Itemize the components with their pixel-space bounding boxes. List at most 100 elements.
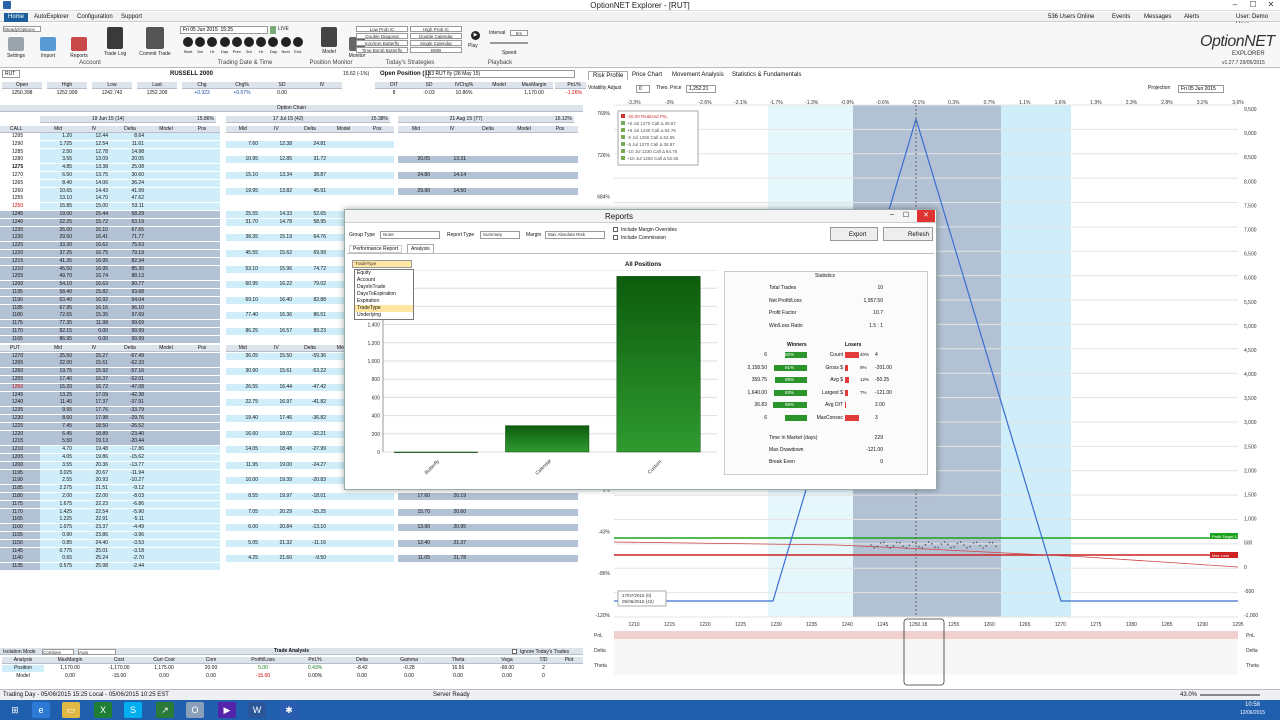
- strategy-button-0[interactable]: Low Prob IC: [356, 26, 408, 32]
- start-icon[interactable]: ⊞: [6, 702, 24, 718]
- vol-adjust-field[interactable]: [636, 85, 650, 93]
- position-select[interactable]: B3 RUT fly (28 May 15): [425, 70, 575, 78]
- commit-trade-button[interactable]: Commit Trade: [136, 27, 174, 57]
- chain-row[interactable]: 1285 2.50 12.78 14.98: [0, 148, 583, 156]
- analysis-group-select[interactable]: TradeType: [352, 260, 412, 268]
- nav-button-0[interactable]: [183, 37, 193, 47]
- tab-analysis[interactable]: Analysis: [407, 244, 434, 253]
- skype-icon[interactable]: S: [124, 702, 142, 718]
- dropdown-option-underlying[interactable]: Underlying: [355, 312, 413, 319]
- import-button[interactable]: Import: [36, 37, 60, 59]
- menu-home[interactable]: Home: [4, 13, 29, 22]
- strategy-button-2[interactable]: Double Diagonal: [356, 33, 408, 39]
- chain-row[interactable]: 1150 0.85 24.40 -3.53 5.05 21.32 -11.16 12.40 21…: [0, 539, 583, 547]
- chain-row[interactable]: 1280 3.55 13.09 20.05 10.95 12.85 31.72 20.05 13…: [0, 156, 583, 164]
- interval-select[interactable]: 5m: [510, 30, 528, 36]
- strategy-button-3[interactable]: Double Calendar: [410, 33, 462, 39]
- reports-button[interactable]: Reports: [66, 37, 92, 59]
- tab-price-chart[interactable]: Price Chart: [628, 71, 666, 80]
- group-type-select[interactable]: None: [380, 231, 440, 239]
- nav-button-2[interactable]: [207, 37, 218, 47]
- menu-configuration[interactable]: Configuration: [73, 13, 117, 22]
- combine-select[interactable]: Combine: [42, 649, 74, 655]
- chain-row[interactable]: 1145 0.775 25.01 -3.18: [0, 547, 583, 555]
- tab-movement-analysis[interactable]: Movement Analysis: [668, 71, 728, 80]
- chain-row[interactable]: 1140 0.65 25.24 -2.70 4.25 21.60 -9.50 11.05 21.…: [0, 555, 583, 563]
- dropdown-option-tradetype[interactable]: TradeType: [355, 305, 413, 312]
- speed-slider[interactable]: [490, 42, 528, 44]
- tab-performance-report[interactable]: Performance Report: [349, 245, 403, 253]
- media-icon[interactable]: ▶: [218, 702, 236, 718]
- dialog-close[interactable]: ✕: [917, 210, 935, 222]
- trade-log-button[interactable]: Trade Log: [100, 27, 130, 57]
- chain-row[interactable]: 1165 1.225 22.91 -5.11: [0, 516, 583, 524]
- trading-date-field[interactable]: [180, 26, 268, 34]
- play-icon[interactable]: ▶: [471, 31, 480, 40]
- chain-row[interactable]: 1255 13.10 14.70 47.62: [0, 195, 583, 203]
- export-button[interactable]: Export: [830, 227, 878, 241]
- dropdown-option-equity[interactable]: Equity: [355, 270, 413, 277]
- strategy-button-1[interactable]: High Prob IC: [410, 26, 462, 32]
- strategy-select[interactable]: Steady/Options: [3, 26, 41, 32]
- folder-icon[interactable]: ▭: [62, 702, 80, 718]
- dialog-minimize[interactable]: –: [887, 211, 897, 221]
- network-icon[interactable]: ✱: [280, 702, 298, 718]
- chain-row[interactable]: 1160 1.075 23.37 -4.49 6.00 20.84 -13.10 13.90 2…: [0, 524, 583, 532]
- report-type-select[interactable]: Summary: [480, 231, 520, 239]
- chain-row[interactable]: 1180 2.00 22.00 -8.03 8.55 19.97 -18.01 17.60 20…: [0, 493, 583, 500]
- dropdown-option-daystoexpiration[interactable]: DaysToExpiration: [355, 291, 413, 298]
- theo-price-field[interactable]: [686, 85, 716, 93]
- nav-button-5[interactable]: [244, 37, 254, 47]
- chain-row[interactable]: 1275 4.85 13.38 25.08: [0, 164, 583, 172]
- strategy-button-7[interactable]: BWB: [410, 47, 462, 53]
- margin-select[interactable]: Max Absolute Risk: [545, 231, 605, 239]
- dropdown-option-account[interactable]: Account: [355, 277, 413, 284]
- dialog-maximize[interactable]: ☐: [901, 211, 911, 221]
- tab-risk-profile[interactable]: Risk Profile: [588, 71, 629, 80]
- strategy-button-6[interactable]: Time Bomb Butterfly: [356, 47, 408, 53]
- dropdown-option-expiration[interactable]: Expiration: [355, 298, 413, 305]
- messages-link[interactable]: Messages: [1140, 13, 1175, 22]
- model-button[interactable]: Model: [318, 27, 340, 55]
- alerts-link[interactable]: Alerts: [1180, 13, 1203, 22]
- tab-statistics-fundamentals[interactable]: Statistics & Fundamentals: [728, 71, 805, 80]
- nav-button-9[interactable]: [292, 37, 303, 47]
- symbol-field[interactable]: RUT: [2, 70, 20, 78]
- chain-row[interactable]: 1260 10.65 14.43 41.99 19.95 13.82 45.91 29.90 1…: [0, 187, 583, 195]
- events-link[interactable]: Events: [1108, 13, 1134, 22]
- include-margin-checkbox[interactable]: [613, 227, 618, 232]
- minimize-button[interactable]: –: [1226, 0, 1244, 10]
- chain-row[interactable]: 1135 0.575 25.98 -2.44: [0, 563, 583, 571]
- word-icon[interactable]: W: [248, 702, 266, 718]
- maximize-button[interactable]: ☐: [1244, 0, 1262, 10]
- chart-app-icon[interactable]: ↗: [156, 702, 174, 718]
- dropdown-option-daysintrade[interactable]: DaysInTrade: [355, 284, 413, 291]
- chain-row[interactable]: 1290 1.725 12.54 11.61 7.60 12.38 24.81: [0, 140, 583, 148]
- strategy-button-5[interactable]: Single Calendar: [410, 40, 462, 46]
- nav-button-1[interactable]: [195, 37, 206, 47]
- strategy-button-4[interactable]: Iron/Iron Butterfly: [356, 40, 408, 46]
- settings-button[interactable]: Settings: [4, 37, 28, 59]
- auto-select[interactable]: Auto: [78, 649, 116, 655]
- nav-button-6[interactable]: [256, 37, 267, 47]
- chain-row[interactable]: 1170 1.425 22.54 -5.90 7.05 20.29 -15.25 15.70 2…: [0, 508, 583, 516]
- projection-date-field[interactable]: [1178, 85, 1224, 93]
- nav-button-8[interactable]: [280, 37, 291, 47]
- zoom-slider[interactable]: [1200, 694, 1260, 696]
- include-comm-checkbox[interactable]: [613, 235, 618, 240]
- chain-row[interactable]: 1175 1.675 22.23 -6.86: [0, 500, 583, 508]
- excel-icon[interactable]: X: [94, 702, 112, 718]
- ignore-today-checkbox[interactable]: [512, 649, 517, 654]
- chain-row[interactable]: 1155 0.90 23.86 -3.96: [0, 532, 583, 539]
- optionnet-icon[interactable]: O: [186, 702, 204, 718]
- menu-autoexplorer[interactable]: AutoExplorer: [30, 13, 73, 22]
- chain-row[interactable]: 1265 8.40 14.06 36.24: [0, 179, 583, 187]
- refresh-button[interactable]: Refresh: [883, 227, 933, 241]
- nav-button-3[interactable]: [219, 37, 230, 47]
- nav-button-4[interactable]: [231, 37, 242, 47]
- chain-row[interactable]: 1295 1.20 12.44 8.64: [0, 133, 583, 140]
- ie-icon[interactable]: e: [32, 702, 50, 718]
- menu-support[interactable]: Support: [117, 13, 146, 22]
- chain-row[interactable]: 1270 6.50 13.75 30.60 15.10 13.34 38.87 24.80 14…: [0, 172, 583, 179]
- nav-button-7[interactable]: [268, 37, 279, 47]
